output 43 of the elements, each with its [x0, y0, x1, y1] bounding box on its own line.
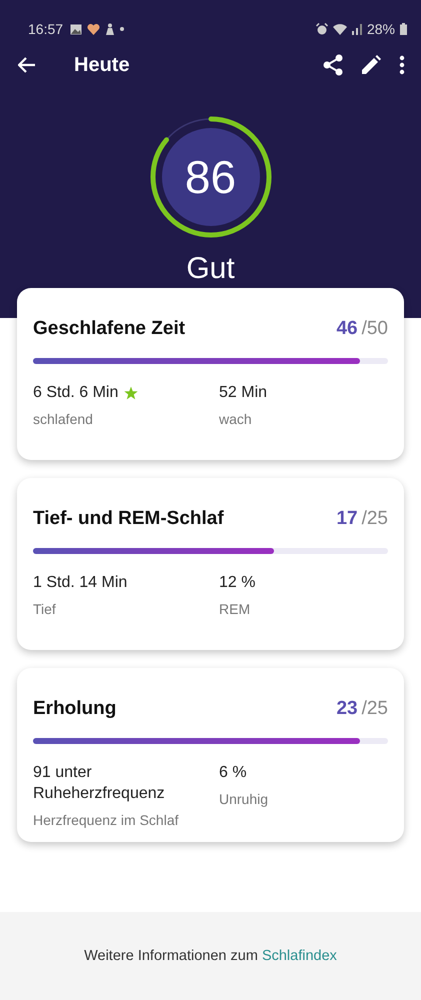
card-score: 46: [336, 318, 358, 340]
stat-value: 91 unter Ruheherzfrequenz: [33, 763, 166, 804]
score-card[interactable]: Geschlafene Zeit 46 /50 6 Std. 6 Min schlafend 52 Min wach: [17, 288, 404, 460]
stat-label: REM: [219, 601, 252, 617]
card-score: 17: [336, 508, 358, 530]
battery-icon: [400, 23, 407, 35]
pencil-icon[interactable]: [361, 55, 381, 75]
stat-value: 6 Std. 6 Min: [33, 383, 118, 403]
stat-value: 52 Min: [219, 383, 268, 403]
footer-text: Weitere Informationen zum Schlafindex: [84, 948, 337, 964]
card-title: Tief- und REM-Schlaf: [33, 508, 224, 530]
card-title: Erholung: [33, 698, 116, 720]
more-icon[interactable]: [399, 55, 405, 75]
stat-label: schlafend: [33, 411, 94, 427]
stat-label: wach: [219, 411, 253, 427]
page-title: Heute: [74, 54, 130, 76]
wifi-icon: [332, 23, 347, 35]
signal-icon: [352, 23, 362, 35]
card-title: Geschlafene Zeit: [33, 318, 186, 340]
stat-label: Unruhig: [219, 791, 268, 807]
share-icon[interactable]: [323, 54, 343, 76]
battery-percent: 28%: [366, 21, 395, 37]
stat-value: 12 %: [219, 573, 256, 593]
stat-label: Tief: [33, 601, 57, 617]
schlafindex-link[interactable]: Schlafindex: [262, 948, 337, 964]
stat-value: 1 Std. 14 Min: [33, 573, 128, 593]
score-card[interactable]: Tief- und REM-Schlaf 17 /25 1 Std. 14 Min Tief 12 % REM: [17, 478, 404, 650]
card-max: /25: [362, 698, 388, 720]
back-arrow-icon[interactable]: [18, 57, 36, 73]
card-score: 23: [336, 698, 358, 720]
card-max: /50: [362, 318, 388, 340]
figure-icon: [105, 23, 116, 35]
status-time: 16:57: [28, 21, 64, 37]
score-card[interactable]: Erholung 23 /25 91 unter Ruheherzfrequenz Herzfrequenz im Schlaf 6 % Unruhig: [17, 668, 404, 842]
score-rating: Gut: [186, 252, 235, 286]
dot-icon: [120, 27, 124, 31]
alarm-icon: [316, 23, 328, 35]
stat-label: Herzfrequenz im Schlaf: [33, 812, 180, 828]
sleep-score: 86: [184, 154, 236, 200]
heart-icon: [87, 24, 100, 34]
stat-value: 6 %: [219, 763, 247, 783]
image-icon: [70, 24, 82, 34]
card-max: /25: [362, 508, 388, 530]
